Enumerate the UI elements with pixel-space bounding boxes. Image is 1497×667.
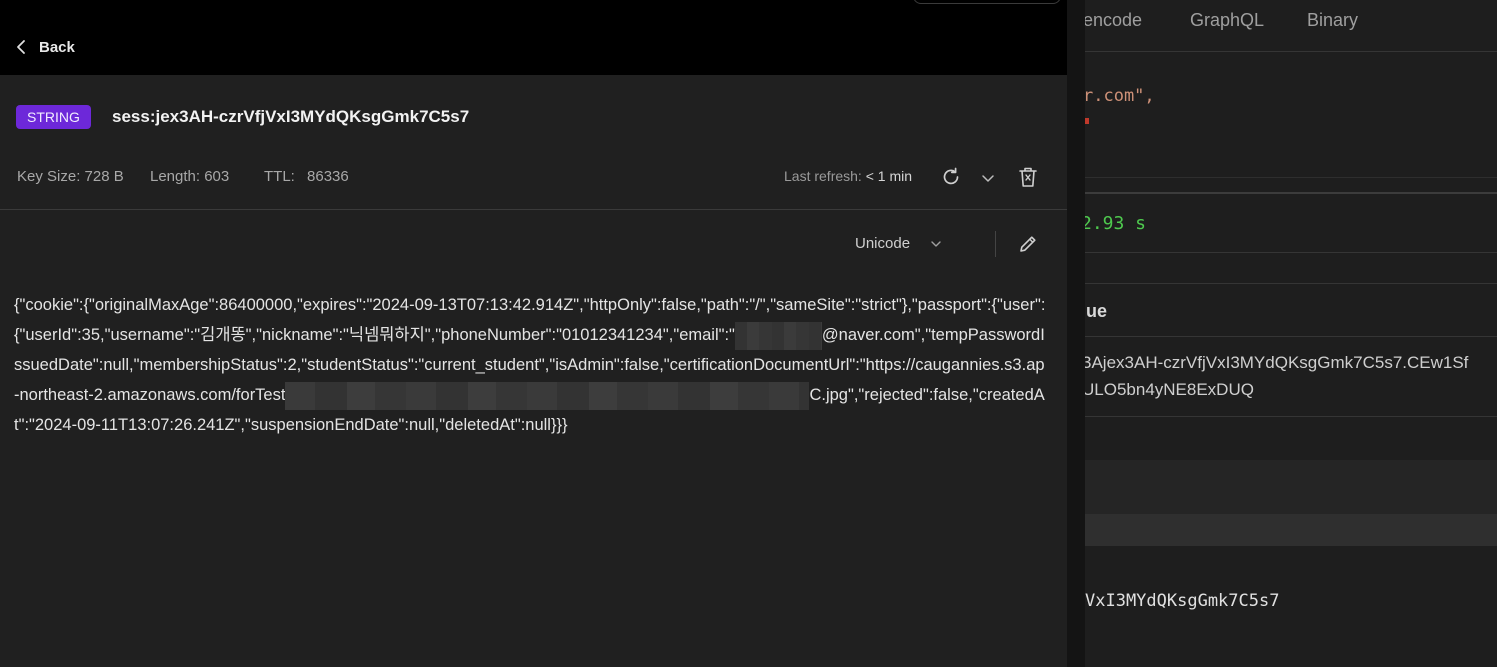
delete-icon[interactable] <box>1017 165 1039 189</box>
top-control-edge[interactable] <box>913 0 1061 4</box>
header-divider <box>0 209 1067 210</box>
edit-pencil-icon[interactable] <box>1017 233 1039 255</box>
back-button[interactable]: Back <box>14 36 75 58</box>
value-content[interactable]: {"cookie":{"originalMaxAge":86400000,"ex… <box>14 290 1048 440</box>
background-request-panel: encode GraphQL Binary r.com", 2.93 s lue… <box>1085 0 1497 667</box>
code-marker <box>1085 118 1089 124</box>
divider <box>1085 192 1497 194</box>
back-label: Back <box>39 38 75 56</box>
value-column-header: lue <box>1085 301 1108 321</box>
key-size: Key Size: 728 B <box>17 168 124 185</box>
panel-gap <box>1067 0 1085 667</box>
cookie-value-line2: ULO5bn4yNE8ExDUQ <box>1085 380 1254 399</box>
chevron-down-icon <box>931 240 941 247</box>
ttl-value[interactable]: 86336 <box>307 168 349 185</box>
last-refresh-value: < 1 min <box>865 168 913 184</box>
divider <box>1085 283 1497 284</box>
key-size-value: 728 B <box>84 168 124 185</box>
bottom-value: VxI3MYdQKsgGmk7C5s7 <box>1085 591 1280 611</box>
key-name: sess:jex3AH-czrVfjVxI3MYdQKsgGmk7C5s7 <box>112 107 470 126</box>
tab-divider <box>1085 51 1497 52</box>
chevron-down-icon[interactable] <box>981 172 995 184</box>
chevron-left-icon <box>17 40 25 54</box>
length-value: 603 <box>204 168 230 185</box>
code-string: r.com", <box>1085 86 1155 106</box>
divider <box>1085 336 1497 337</box>
toolbar-separator <box>995 231 996 257</box>
cookie-value-line1: 3Ajex3AH-czrVfjVxI3MYdQKsgGmk7C5s7.CEw1S… <box>1085 353 1469 372</box>
encoding-value: Unicode <box>855 235 911 252</box>
table-row-highlight <box>1085 514 1497 546</box>
ttl-label: TTL: <box>264 168 295 185</box>
tab-graphql[interactable]: GraphQL <box>1190 10 1264 31</box>
divider <box>1085 416 1497 417</box>
last-refresh: Last refresh: < 1 min <box>784 168 912 184</box>
type-badge: STRING <box>16 105 91 129</box>
divider <box>1085 252 1497 253</box>
ttl: TTL: 86336 <box>264 168 349 185</box>
last-refresh-label: Last refresh: <box>784 168 862 184</box>
response-time: 2.93 s <box>1085 213 1147 234</box>
length: Length: 603 <box>150 168 229 185</box>
encoding-select[interactable]: Unicode <box>855 235 942 252</box>
divider <box>1085 177 1497 178</box>
code-line: r.com", <box>1085 86 1155 106</box>
key-size-label: Key Size: <box>17 168 81 185</box>
length-label: Length: <box>150 168 201 185</box>
redacted-email <box>734 321 822 350</box>
refresh-icon[interactable] <box>940 166 962 188</box>
key-detail-panel: Back STRING sess:jex3AH-czrVfjVxI3MYdQKs… <box>0 0 1067 667</box>
redacted-filename <box>285 381 810 410</box>
tab-encode[interactable]: encode <box>1085 10 1142 31</box>
tab-binary[interactable]: Binary <box>1307 10 1358 31</box>
top-bar: Back <box>0 0 1067 75</box>
